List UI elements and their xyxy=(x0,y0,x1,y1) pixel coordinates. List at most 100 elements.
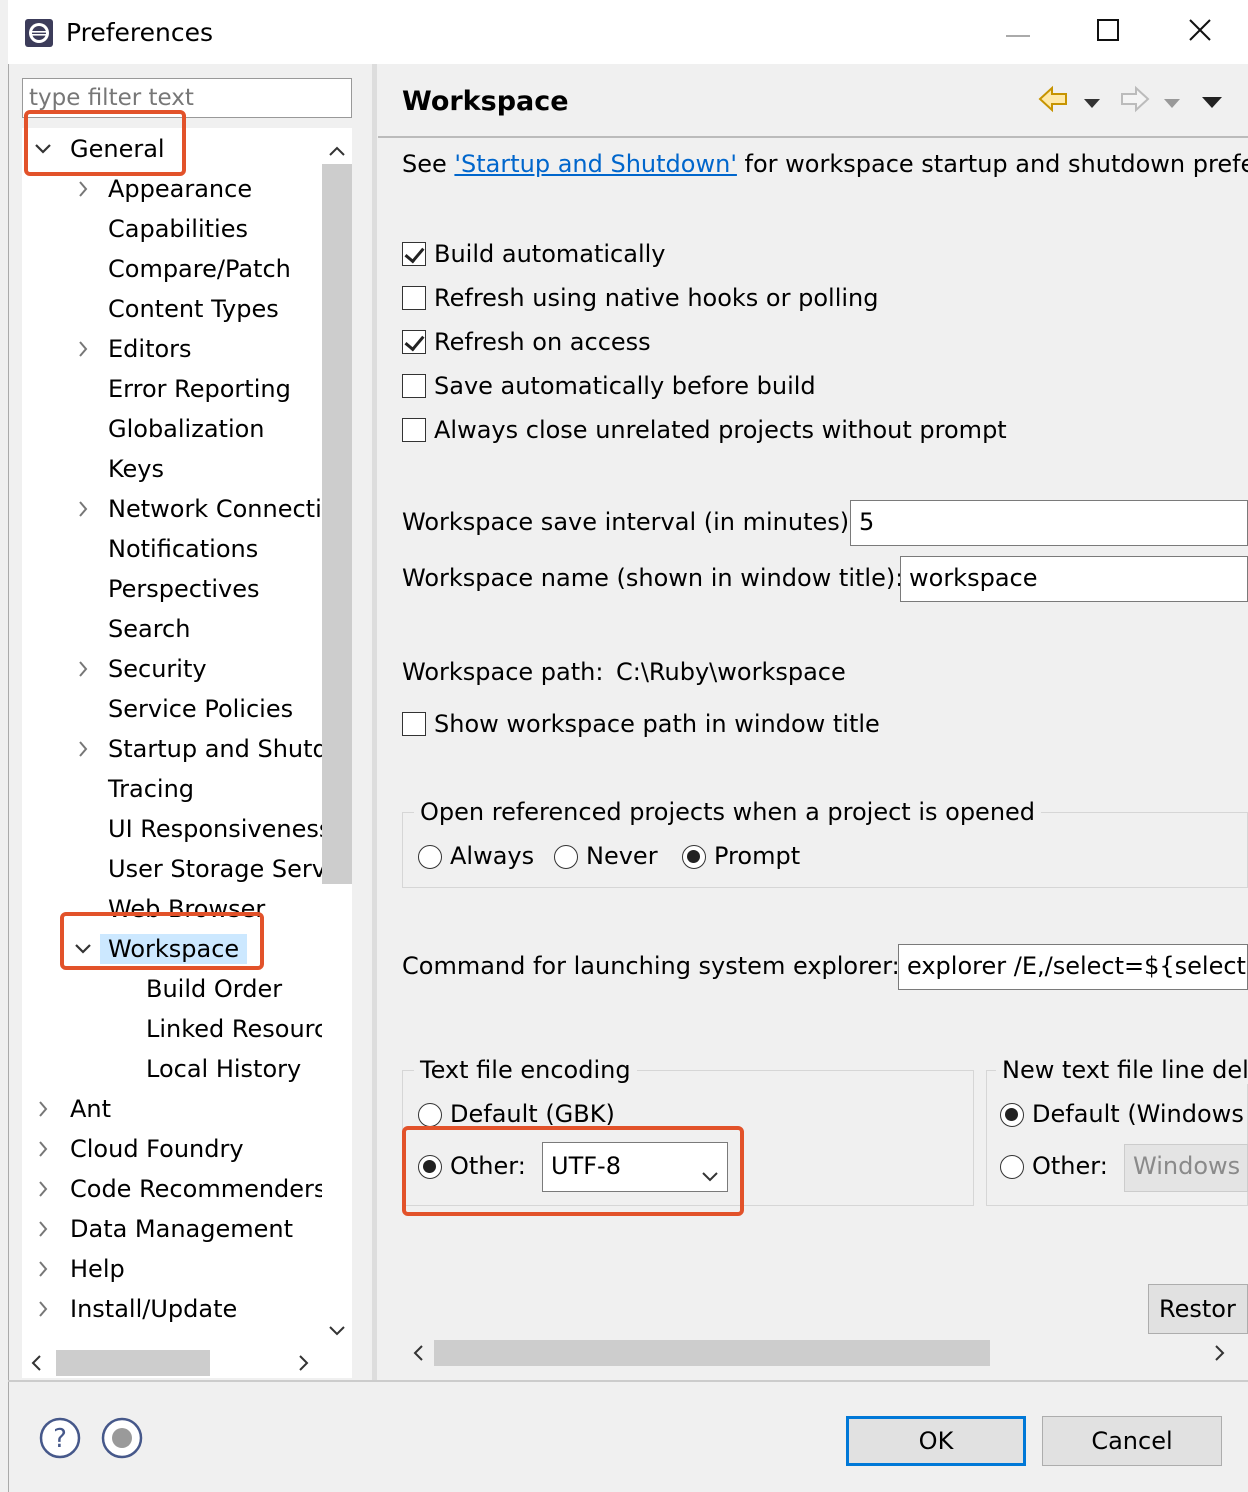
chevron-right-icon[interactable] xyxy=(74,174,92,213)
preferences-tree: General Appearance Capabilities Compare/Pat… xyxy=(22,128,322,1348)
tree-item-cloud-foundry[interactable]: Cloud Foundry xyxy=(70,1134,244,1164)
svg-text:?: ? xyxy=(53,1424,67,1454)
tree-item-startup-and-shutd[interactable]: Startup and Shutd xyxy=(108,734,322,764)
footer-separator xyxy=(8,1380,1248,1382)
back-dropdown-icon[interactable] xyxy=(1084,94,1100,113)
maximize-button[interactable] xyxy=(1078,8,1138,56)
tree-item-content-types[interactable]: Content Types xyxy=(108,294,279,324)
checkbox-always-close-unrelated-projects-without-prompt[interactable] xyxy=(402,418,426,442)
tree-vertical-scroll-thumb[interactable] xyxy=(322,164,352,884)
highlight-encoding xyxy=(402,1126,744,1216)
chevron-right-icon[interactable] xyxy=(74,334,92,373)
tree-item-appearance[interactable]: Appearance xyxy=(108,174,252,204)
tree-item-linked-resourc[interactable]: Linked Resourc xyxy=(146,1014,322,1044)
tree-item-code-recommenders[interactable]: Code Recommenders xyxy=(70,1174,322,1204)
chevron-right-icon[interactable] xyxy=(34,1294,52,1333)
intro-prefix: See xyxy=(402,150,455,178)
scroll-up-icon[interactable] xyxy=(328,138,346,162)
page-scroll-left-icon[interactable] xyxy=(412,1344,424,1366)
close-icon xyxy=(1188,18,1212,46)
chevron-right-icon[interactable] xyxy=(34,1134,52,1173)
record-icon[interactable] xyxy=(100,1416,144,1464)
checkbox-save-automatically-before-build[interactable] xyxy=(402,374,426,398)
checkbox-build-automatically[interactable] xyxy=(402,242,426,266)
save-interval-input[interactable]: 5 xyxy=(850,500,1248,546)
show-path-label: Show workspace path in window title xyxy=(434,710,880,738)
workspace-name-input[interactable]: workspace xyxy=(900,556,1248,602)
chevron-right-icon[interactable] xyxy=(34,1094,52,1133)
tree-item-build-order[interactable]: Build Order xyxy=(146,974,282,1004)
scroll-right-icon[interactable] xyxy=(298,1354,310,1376)
open-always-radio[interactable] xyxy=(418,845,442,869)
workspace-path-value: C:\Ruby\workspace xyxy=(616,658,846,686)
pane-divider[interactable] xyxy=(372,64,377,1380)
tree-horizontal-scroll-thumb[interactable] xyxy=(56,1350,210,1376)
tree-item-network-connecti[interactable]: Network Connecti xyxy=(108,494,322,524)
view-menu-icon[interactable] xyxy=(1202,94,1222,113)
tree-item-keys[interactable]: Keys xyxy=(108,454,164,484)
tree-item-tracing[interactable]: Tracing xyxy=(108,774,194,804)
tree-item-local-history[interactable]: Local History xyxy=(146,1054,301,1084)
minimize-icon xyxy=(1006,23,1030,42)
cancel-button[interactable]: Cancel xyxy=(1042,1416,1222,1466)
chevron-right-icon[interactable] xyxy=(74,734,92,773)
line-delim-other-radio[interactable] xyxy=(1000,1155,1024,1179)
forward-arrow-icon[interactable] xyxy=(1118,84,1152,118)
tree-item-perspectives[interactable]: Perspectives xyxy=(108,574,260,604)
checkbox-refresh-using-native-hooks-or-polling[interactable] xyxy=(402,286,426,310)
forward-dropdown-icon[interactable] xyxy=(1164,94,1180,113)
encoding-default-radio[interactable] xyxy=(418,1103,442,1127)
tree-item-help[interactable]: Help xyxy=(70,1254,125,1284)
line-delim-default-radio[interactable] xyxy=(1000,1103,1024,1127)
tree-item-data-management[interactable]: Data Management xyxy=(70,1214,293,1244)
tree-item-security[interactable]: Security xyxy=(108,654,207,684)
tree-item-error-reporting[interactable]: Error Reporting xyxy=(108,374,291,404)
checkbox-refresh-on-access[interactable] xyxy=(402,330,426,354)
intro-suffix: for workspace startup and shutdown prefe… xyxy=(736,150,1248,178)
tree-item-user-storage-serv[interactable]: User Storage Serv xyxy=(108,854,322,884)
tree-item-editors[interactable]: Editors xyxy=(108,334,192,364)
tree-item-globalization[interactable]: Globalization xyxy=(108,414,265,444)
ok-button[interactable]: OK xyxy=(846,1416,1026,1466)
startup-shutdown-link[interactable]: 'Startup and Shutdown' xyxy=(454,150,737,178)
back-arrow-icon[interactable] xyxy=(1036,84,1070,118)
scroll-left-icon[interactable] xyxy=(30,1354,42,1376)
restore-defaults-button[interactable]: Restor xyxy=(1148,1284,1248,1334)
tree-item-compare-patch[interactable]: Compare/Patch xyxy=(108,254,291,284)
page-title: Workspace xyxy=(402,86,569,117)
checkbox-label: Refresh on access xyxy=(434,328,651,356)
header-separator xyxy=(378,136,1248,138)
tree-item-capabilities[interactable]: Capabilities xyxy=(108,214,248,244)
tree-item-service-policies[interactable]: Service Policies xyxy=(108,694,293,724)
explorer-command-input[interactable]: explorer /E,/select=${selecte xyxy=(898,944,1248,990)
chevron-right-icon[interactable] xyxy=(34,1174,52,1213)
tree-item-ant[interactable]: Ant xyxy=(70,1094,111,1124)
open-always-label: Always xyxy=(450,842,535,870)
workspace-name-label: Workspace name (shown in window title): xyxy=(402,564,904,592)
chevron-right-icon[interactable] xyxy=(34,1214,52,1253)
tree-item-install-update[interactable]: Install/Update xyxy=(70,1294,237,1324)
page-scroll-right-icon[interactable] xyxy=(1214,1344,1226,1366)
intro-text: See 'Startup and Shutdown' for workspace… xyxy=(402,150,1248,178)
close-window-button[interactable] xyxy=(1170,8,1230,56)
open-never-radio[interactable] xyxy=(554,845,578,869)
highlight-workspace xyxy=(60,912,264,970)
chevron-right-icon[interactable] xyxy=(74,654,92,693)
line-delimiter-group-label: New text file line del xyxy=(996,1056,1248,1084)
minimize-button[interactable] xyxy=(988,8,1048,56)
chevron-right-icon[interactable] xyxy=(74,494,92,533)
chevron-right-icon[interactable] xyxy=(34,1254,52,1293)
checkbox-label: Always close unrelated projects without … xyxy=(434,416,1007,444)
open-prompt-radio[interactable] xyxy=(682,845,706,869)
line-delim-select[interactable]: Windows xyxy=(1124,1144,1248,1192)
maximize-icon xyxy=(1097,19,1119,45)
tree-item-notifications[interactable]: Notifications xyxy=(108,534,258,564)
page-horizontal-scroll-thumb[interactable] xyxy=(434,1340,990,1366)
tree-item-ui-responsiveness[interactable]: UI Responsiveness xyxy=(108,814,322,844)
help-icon[interactable]: ? xyxy=(38,1416,82,1464)
text-encoding-group-label: Text file encoding xyxy=(414,1056,637,1084)
tree-item-search[interactable]: Search xyxy=(108,614,190,644)
explorer-command-label: Command for launching system explorer: xyxy=(402,952,900,980)
show-path-checkbox[interactable] xyxy=(402,712,426,736)
scroll-down-icon[interactable] xyxy=(328,1322,346,1341)
